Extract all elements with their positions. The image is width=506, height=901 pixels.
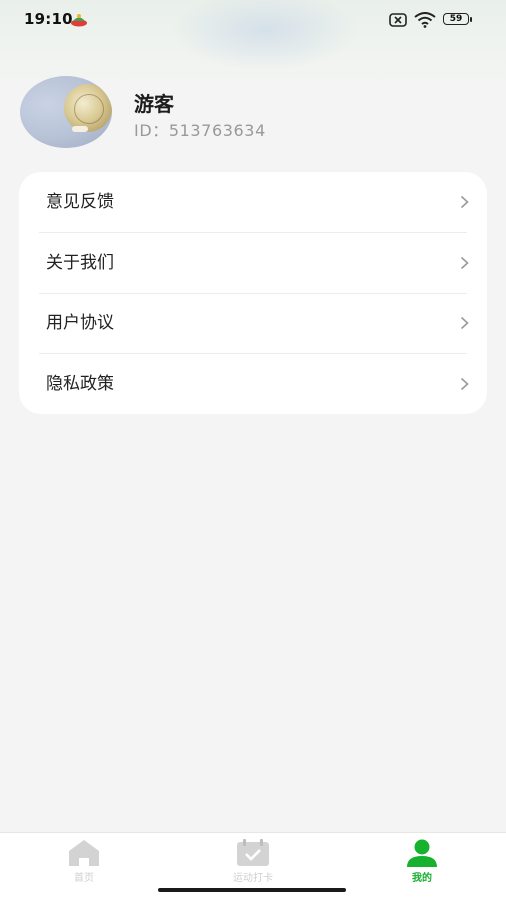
settings-menu-card: 意见反馈 关于我们 用户协议 隐私政策 — [19, 172, 487, 414]
tab-exercise-checkin[interactable]: 运动打卡 — [169, 833, 337, 891]
user-icon — [407, 839, 437, 867]
tab-mine[interactable]: 我的 — [338, 833, 506, 891]
wifi-icon — [414, 12, 436, 28]
menu-item-label: 关于我们 — [46, 253, 114, 273]
chevron-right-icon — [460, 377, 469, 391]
battery-level: 59 — [449, 14, 463, 24]
tab-home[interactable]: 首页 — [0, 833, 168, 891]
status-bar: 19:10 59 — [0, 0, 506, 40]
profile-header: 游客 ID：513763634 — [0, 70, 506, 160]
menu-item-label: 意见反馈 — [46, 192, 114, 212]
menu-item-about-us[interactable]: 关于我们 — [19, 233, 487, 293]
menu-item-label: 用户协议 — [46, 313, 114, 333]
chevron-right-icon — [460, 195, 469, 209]
menu-item-feedback[interactable]: 意见反馈 — [19, 172, 487, 232]
status-time: 19:10 — [24, 10, 73, 28]
menu-item-label: 隐私政策 — [46, 374, 114, 394]
chevron-right-icon — [460, 316, 469, 330]
battery-indicator: 59 — [443, 13, 472, 27]
tab-label: 首页 — [74, 873, 94, 884]
menu-item-privacy-policy[interactable]: 隐私政策 — [19, 354, 487, 414]
app-notification-icon — [71, 14, 87, 27]
avatar[interactable] — [20, 76, 112, 148]
user-nickname: 游客 — [134, 92, 174, 116]
user-id: ID：513763634 — [134, 121, 266, 140]
chevron-right-icon — [460, 256, 469, 270]
no-sim-icon — [389, 13, 407, 27]
home-indicator[interactable] — [158, 888, 346, 892]
menu-item-user-agreement[interactable]: 用户协议 — [19, 293, 487, 353]
calendar-check-icon — [237, 839, 269, 866]
tab-label: 我的 — [412, 873, 432, 884]
tab-label: 运动打卡 — [233, 873, 273, 884]
home-icon — [69, 840, 99, 866]
